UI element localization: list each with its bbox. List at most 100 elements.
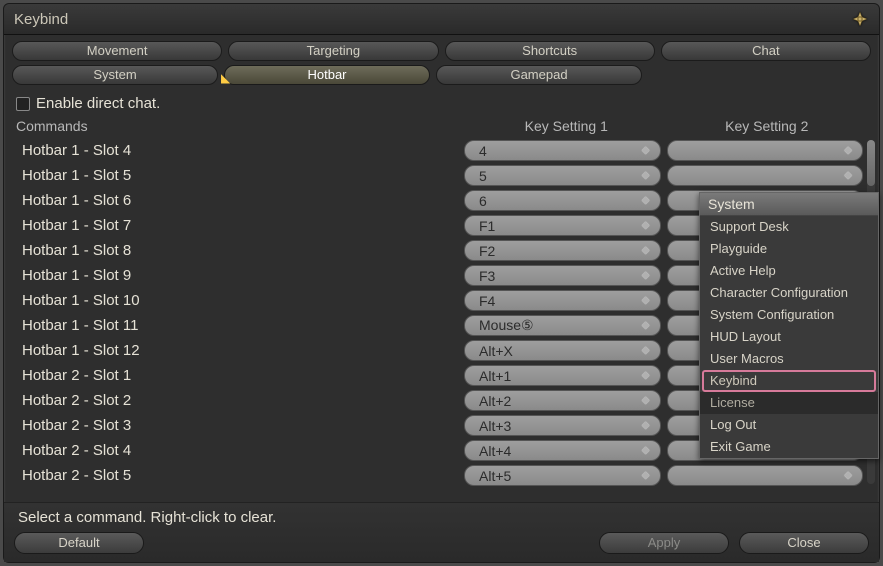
- header-commands: Commands: [16, 118, 466, 134]
- key-value: Alt+5: [479, 468, 511, 484]
- key-setting-1[interactable]: F3 ◆: [464, 265, 661, 286]
- command-label: Hotbar 1 - Slot 4: [20, 142, 458, 159]
- apply-button[interactable]: Apply: [599, 532, 729, 554]
- command-label: Hotbar 2 - Slot 5: [20, 467, 458, 484]
- key-setting-1[interactable]: F1 ◆: [464, 215, 661, 236]
- direct-chat-label: Enable direct chat.: [36, 95, 160, 112]
- key-setting-1[interactable]: Alt+4 ◆: [464, 440, 661, 461]
- context-item-playguide[interactable]: Playguide: [700, 238, 878, 260]
- key-value: 6: [479, 193, 487, 209]
- tab-targeting[interactable]: Targeting: [228, 41, 438, 61]
- key-setting-2[interactable]: ◆: [667, 140, 864, 161]
- default-button[interactable]: Default: [14, 532, 144, 554]
- context-item-user-macros[interactable]: User Macros: [700, 348, 878, 370]
- command-label: Hotbar 1 - Slot 6: [20, 192, 458, 209]
- footer: Select a command. Right-click to clear. …: [4, 502, 879, 562]
- column-headers: Commands Key Setting 1 Key Setting 2: [4, 118, 879, 136]
- context-item-keybind[interactable]: Keybind: [702, 370, 876, 392]
- hint-text: Select a command. Right-click to clear.: [14, 509, 869, 526]
- diamond-icon: ◆: [642, 320, 650, 331]
- header-key2: Key Setting 2: [667, 118, 868, 134]
- key-value: F4: [479, 293, 495, 309]
- tab-chat[interactable]: Chat: [661, 41, 871, 61]
- diamond-icon: ◆: [642, 345, 650, 356]
- diamond-icon: ◆: [642, 295, 650, 306]
- key-setting-2[interactable]: ◆: [667, 465, 864, 486]
- diamond-icon: ◆: [642, 145, 650, 156]
- scroll-thumb[interactable]: [867, 140, 875, 186]
- key-value: 5: [479, 168, 487, 184]
- context-item-system-configuration[interactable]: System Configuration: [700, 304, 878, 326]
- key-setting-1[interactable]: Alt+5 ◆: [464, 465, 661, 486]
- key-value: 4: [479, 143, 487, 159]
- command-label: Hotbar 2 - Slot 3: [20, 417, 458, 434]
- direct-chat-checkbox[interactable]: [16, 97, 30, 111]
- context-item-hud-layout[interactable]: HUD Layout: [700, 326, 878, 348]
- tab-row-1: Movement Targeting Shortcuts Chat: [12, 41, 871, 61]
- key-value: Alt+1: [479, 368, 511, 384]
- key-setting-1[interactable]: Alt+3 ◆: [464, 415, 661, 436]
- diamond-icon: ◆: [642, 395, 650, 406]
- key-setting-1[interactable]: Mouse⑤◆: [464, 315, 661, 336]
- active-tab-arrow-icon: ◣: [221, 69, 230, 87]
- tab-row-2: System ◣Hotbar Gamepad: [12, 65, 871, 85]
- diamond-icon: ◆: [642, 195, 650, 206]
- command-label: Hotbar 1 - Slot 7: [20, 217, 458, 234]
- key-setting-1[interactable]: Alt+1 ◆: [464, 365, 661, 386]
- command-label: Hotbar 2 - Slot 4: [20, 442, 458, 459]
- header-key1: Key Setting 1: [466, 118, 667, 134]
- key-value: F1: [479, 218, 495, 234]
- key-value: Alt+X: [479, 343, 513, 359]
- footer-buttons: Default Apply Close: [14, 532, 869, 554]
- command-label: Hotbar 1 - Slot 5: [20, 167, 458, 184]
- tab-gamepad[interactable]: Gamepad: [436, 65, 642, 85]
- diamond-icon: ◆: [642, 470, 650, 481]
- key-setting-1[interactable]: 4◆: [464, 140, 661, 161]
- close-icon[interactable]: [849, 8, 871, 30]
- key-setting-2[interactable]: ◆: [667, 165, 864, 186]
- keybind-row: Hotbar 1 - Slot 55◆◆: [20, 163, 863, 188]
- context-item-active-help[interactable]: Active Help: [700, 260, 878, 282]
- diamond-icon: ◆: [642, 170, 650, 181]
- keybind-row: Hotbar 1 - Slot 44◆◆: [20, 138, 863, 163]
- key-setting-1[interactable]: Alt+2 ◆: [464, 390, 661, 411]
- diamond-icon: ◆: [844, 145, 852, 156]
- key-setting-1[interactable]: F2◆: [464, 240, 661, 261]
- tab-hotbar[interactable]: ◣Hotbar: [224, 65, 430, 85]
- command-label: Hotbar 1 - Slot 9: [20, 267, 458, 284]
- diamond-icon: ◆: [844, 170, 852, 181]
- key-value: Alt+4: [479, 443, 511, 459]
- context-item-license[interactable]: License: [700, 392, 878, 414]
- key-setting-1[interactable]: 5◆: [464, 165, 661, 186]
- diamond-icon: ◆: [642, 370, 650, 381]
- tab-movement[interactable]: Movement: [12, 41, 222, 61]
- key-value: Alt+2: [479, 393, 511, 409]
- close-button[interactable]: Close: [739, 532, 869, 554]
- command-label: Hotbar 2 - Slot 1: [20, 367, 458, 384]
- key-setting-1[interactable]: F4 ◆: [464, 290, 661, 311]
- keybind-row: Hotbar 2 - Slot 5 Alt+5 ◆ ◆: [20, 463, 863, 488]
- context-item-support-desk[interactable]: Support Desk: [700, 216, 878, 238]
- key-setting-1[interactable]: 6◆: [464, 190, 661, 211]
- diamond-icon: ◆: [642, 245, 650, 256]
- command-label: Hotbar 1 - Slot 12: [20, 342, 458, 359]
- window-title: Keybind: [14, 11, 68, 28]
- title-bar: Keybind: [4, 4, 879, 35]
- key-value: F3: [479, 268, 495, 284]
- context-item-log-out[interactable]: Log Out: [700, 414, 878, 436]
- tab-shortcuts[interactable]: Shortcuts: [445, 41, 655, 61]
- command-label: Hotbar 1 - Slot 11: [20, 317, 458, 334]
- key-value: Alt+3: [479, 418, 511, 434]
- command-label: Hotbar 1 - Slot 10: [20, 292, 458, 309]
- diamond-icon: ◆: [642, 445, 650, 456]
- diamond-icon: ◆: [642, 220, 650, 231]
- direct-chat-row: Enable direct chat.: [4, 91, 879, 118]
- context-menu-title: System: [700, 193, 878, 216]
- context-item-exit-game[interactable]: Exit Game: [700, 436, 878, 458]
- key-setting-1[interactable]: Alt+X ◆: [464, 340, 661, 361]
- command-label: Hotbar 2 - Slot 2: [20, 392, 458, 409]
- diamond-icon: ◆: [642, 270, 650, 281]
- context-item-character-configuration[interactable]: Character Configuration: [700, 282, 878, 304]
- tab-system[interactable]: System: [12, 65, 218, 85]
- diamond-icon: ◆: [642, 420, 650, 431]
